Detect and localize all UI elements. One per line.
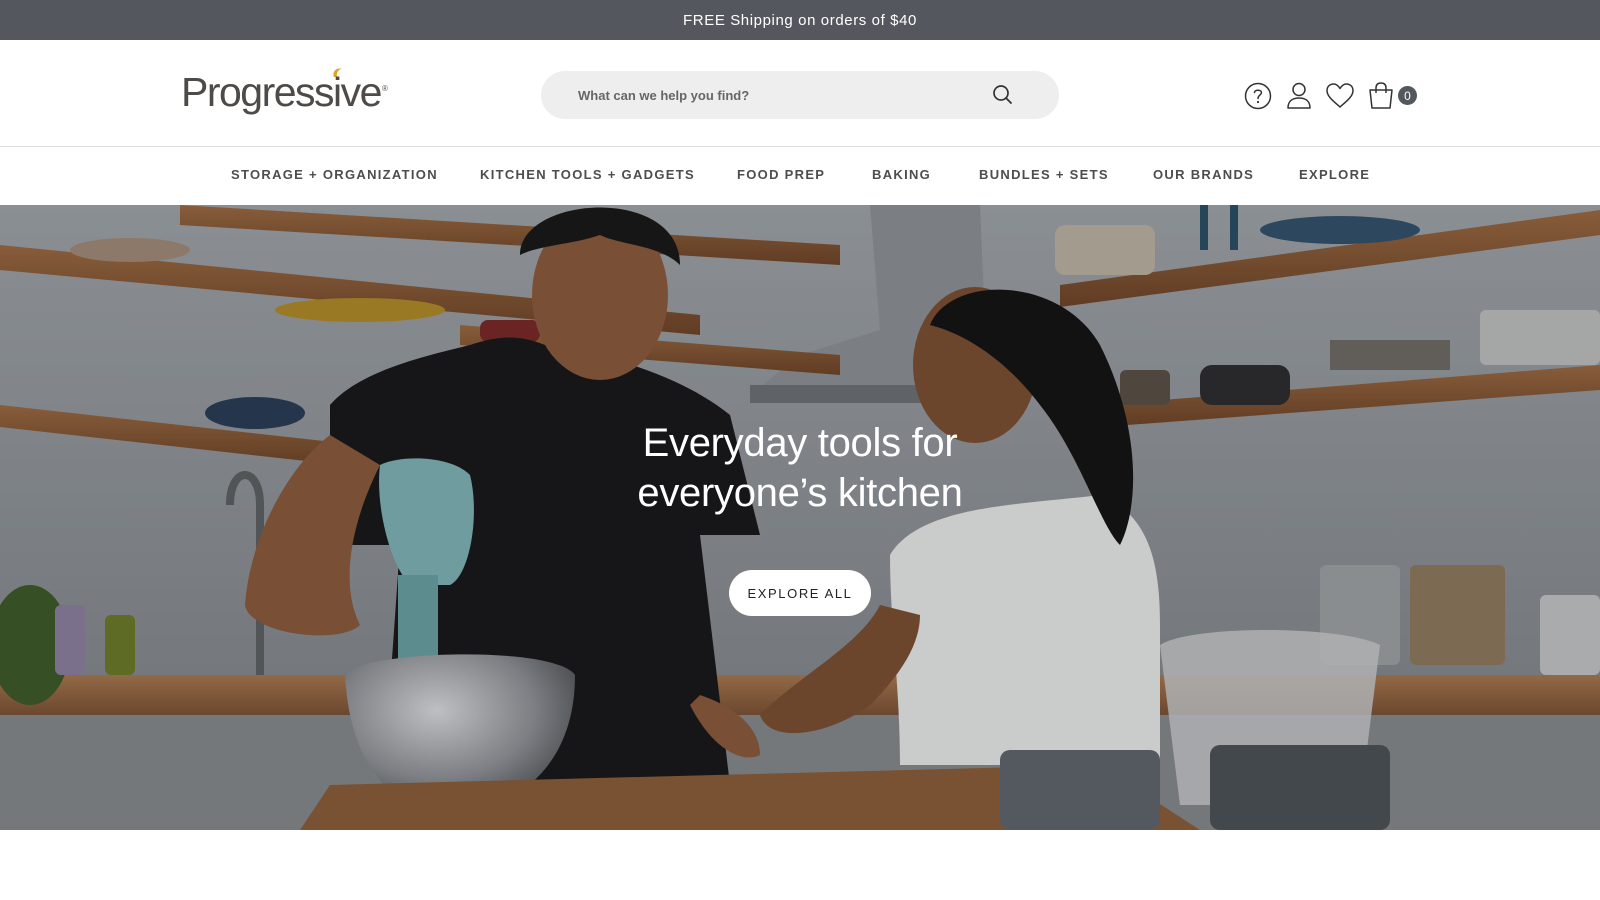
nav-item-food-prep[interactable]: FOOD PREP bbox=[737, 167, 825, 182]
hero-title-line-1: Everyday tools for bbox=[642, 421, 958, 465]
nav-item-explore[interactable]: EXPLORE bbox=[1299, 167, 1370, 182]
explore-all-button[interactable]: EXPLORE ALL bbox=[729, 570, 871, 616]
cart-bag-icon[interactable] bbox=[1366, 81, 1396, 111]
progressive-logo[interactable]: Progressive ® bbox=[181, 66, 401, 126]
search-input[interactable] bbox=[578, 85, 978, 105]
nav-item-bundles-sets[interactable]: BUNDLES + SETS bbox=[979, 167, 1109, 182]
hero-banner: Everyday tools for everyone’s kitchen EX… bbox=[0, 205, 1600, 830]
hero-title: Everyday tools for everyone’s kitchen bbox=[500, 418, 1100, 518]
nav-item-storage-organization[interactable]: STORAGE + ORGANIZATION bbox=[231, 167, 438, 182]
help-icon[interactable] bbox=[1243, 81, 1273, 111]
account-icon[interactable] bbox=[1284, 81, 1314, 111]
search-bar bbox=[541, 71, 1059, 119]
logo-registered-mark: ® bbox=[382, 84, 388, 93]
announcement-text: FREE Shipping on orders of $40 bbox=[683, 11, 917, 29]
wishlist-heart-icon[interactable] bbox=[1325, 81, 1355, 111]
hero-title-line-2: everyone’s kitchen bbox=[637, 471, 963, 515]
nav-item-our-brands[interactable]: OUR BRANDS bbox=[1153, 167, 1254, 182]
main-navigation: STORAGE + ORGANIZATION KITCHEN TOOLS + G… bbox=[0, 148, 1600, 205]
nav-item-baking[interactable]: BAKING bbox=[872, 167, 931, 182]
logo-wordmark: Progressive bbox=[181, 69, 382, 115]
announcement-bar: FREE Shipping on orders of $40 bbox=[0, 0, 1600, 40]
nav-item-kitchen-tools-gadgets[interactable]: KITCHEN TOOLS + GADGETS bbox=[480, 167, 695, 182]
cart-count-badge: 0 bbox=[1398, 86, 1417, 105]
search-icon[interactable] bbox=[991, 83, 1015, 107]
site-header: Progressive ® 0 bbox=[0, 40, 1600, 147]
